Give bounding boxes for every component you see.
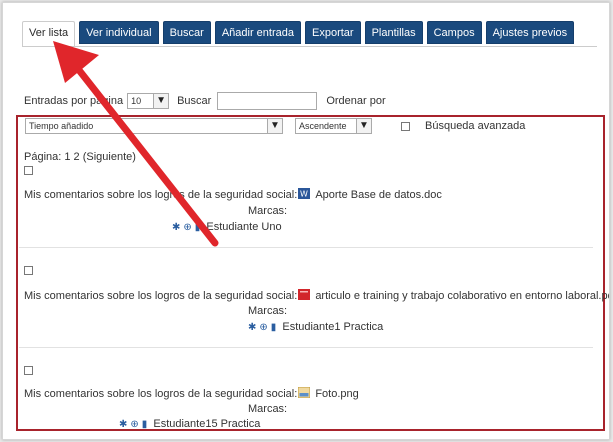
list-controls: Entradas por página 10 ▼ Buscar Ordenar … [24,92,386,110]
tab-campos[interactable]: Campos [426,21,482,44]
search-input[interactable] [217,92,318,110]
file-link[interactable]: Aporte Base de datos.doc [315,189,442,201]
search-label: Buscar [177,95,212,107]
tags-label: Marcas: [248,205,288,217]
entry-divider [19,247,593,248]
entries-per-page-value: 10 [131,96,142,106]
entry-author[interactable]: Estudiante Uno [206,221,281,233]
field-label: Mis comentarios sobre los logros de la s… [24,388,298,400]
file-link[interactable]: articulo e training y trabajo colaborati… [315,290,609,302]
field-label: Mis comentarios sobre los logros de la s… [24,189,298,201]
pdf-icon [298,289,311,300]
entry-field-row: Mis comentarios sobre los logros de la s… [24,289,609,302]
tab-plantillas[interactable]: Plantillas [364,21,423,44]
entry-author[interactable]: Estudiante15 Practica [153,418,260,430]
trash-icon[interactable]: ▮ [142,419,148,430]
entry-divider [19,347,593,348]
chevron-down-icon: ▼ [356,119,371,133]
sort-order-value: Ascendente [299,121,347,131]
entry-select-checkbox[interactable] [24,266,33,275]
tab-bar: Ver lista Ver individual Buscar Añadir e… [22,21,578,47]
entry-actions: ✱ ⊕ ▮ Estudiante Uno [172,221,282,233]
entry-author[interactable]: Estudiante1 Practica [282,321,383,333]
image-icon [298,387,311,398]
search-icon[interactable]: ⊕ [183,222,191,233]
entry-field-row: Mis comentarios sobre los logros de la s… [24,387,359,400]
search-icon[interactable]: ⊕ [259,322,267,333]
sort-label: Ordenar por [326,95,386,107]
file-link[interactable]: Foto.png [315,388,358,400]
advanced-search-checkbox[interactable] [401,122,410,131]
tab-buscar[interactable]: Buscar [162,21,211,44]
tags-label: Marcas: [248,305,288,317]
chevron-down-icon: ▼ [153,94,169,108]
entry-actions: ✱ ⊕ ▮ Estudiante15 Practica [119,418,260,430]
entry-actions: ✱ ⊕ ▮ Estudiante1 Practica [248,321,383,333]
pagination[interactable]: Página: 1 2 (Siguiente) [24,151,136,163]
trash-icon[interactable]: ▮ [271,322,277,333]
arrow-head [53,41,99,83]
tab-divider [22,46,597,47]
svg-text:W: W [300,190,308,199]
tab-ver-individual[interactable]: Ver individual [79,21,159,44]
search-icon[interactable]: ⊕ [130,419,138,430]
word-doc-icon: W [298,188,311,199]
field-label: Mis comentarios sobre los logros de la s… [24,290,298,302]
gear-icon[interactable]: ✱ [172,222,180,233]
sort-order-select[interactable]: Ascendente ▼ [295,118,372,134]
gear-icon[interactable]: ✱ [119,419,127,430]
trash-icon[interactable]: ▮ [195,222,201,233]
entry-select-checkbox[interactable] [24,166,33,175]
entries-per-page-label: Entradas por página [24,95,124,107]
moodle-database-panel: Ver lista Ver individual Buscar Añadir e… [2,2,610,440]
tab-ajustes-previos[interactable]: Ajustes previos [485,21,575,44]
tags-label: Marcas: [248,403,288,415]
tab-exportar[interactable]: Exportar [305,21,361,44]
advanced-search-label: Búsqueda avanzada [425,120,526,132]
tab-anadir-entrada[interactable]: Añadir entrada [214,21,301,44]
gear-icon[interactable]: ✱ [248,322,256,333]
chevron-down-icon: ▼ [267,119,282,133]
sort-field-select[interactable]: Tiempo añadido ▼ [25,118,283,134]
entry-select-checkbox[interactable] [24,366,33,375]
sort-field-value: Tiempo añadido [29,121,94,131]
tab-ver-lista[interactable]: Ver lista [22,21,76,47]
entries-per-page-select[interactable]: 10 ▼ [127,93,170,109]
entry-field-row: Mis comentarios sobre los logros de la s… [24,188,442,201]
